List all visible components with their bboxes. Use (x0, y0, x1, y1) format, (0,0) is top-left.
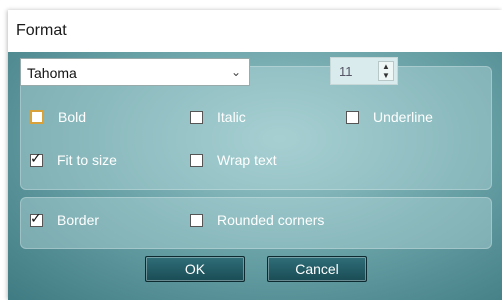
bold-label: Bold (58, 109, 87, 125)
checkmark-icon: ✓ (30, 149, 42, 166)
underline-label: Underline (373, 109, 433, 125)
border-label: Border (57, 212, 100, 228)
italic-checkbox[interactable]: Italic (190, 107, 246, 127)
wrap-text-label: Wrap text (217, 152, 277, 168)
border-checkbox[interactable]: ✓ Border (30, 210, 99, 230)
fit-to-size-label: Fit to size (57, 152, 117, 168)
bold-checkbox[interactable]: Bold (30, 107, 86, 127)
cancel-button[interactable]: Cancel (267, 256, 367, 282)
dialog-title: Format (16, 22, 67, 39)
border-checkbox-box[interactable]: ✓ (30, 210, 43, 227)
wrap-text-checkbox-box[interactable] (190, 153, 203, 167)
font-family-dropdown[interactable]: Tahoma ⌄ (20, 58, 250, 86)
wrap-text-checkbox[interactable]: Wrap text (190, 150, 277, 170)
rounded-corners-label: Rounded corners (217, 212, 325, 228)
title-bar: Format (8, 10, 502, 52)
rounded-corners-checkbox[interactable]: Rounded corners (190, 210, 324, 230)
fit-to-size-checkbox[interactable]: ✓ Fit to size (30, 150, 117, 170)
dialog-body (8, 52, 502, 300)
underline-checkbox[interactable]: Underline (346, 107, 433, 127)
font-family-value: Tahoma (27, 65, 77, 81)
fit-to-size-checkbox-box[interactable]: ✓ (30, 150, 43, 167)
font-size-value: 11 (339, 64, 353, 79)
italic-label: Italic (217, 109, 246, 125)
rounded-corners-checkbox-box[interactable] (190, 213, 203, 227)
spin-up-down-icon[interactable]: ▲ ▼ (378, 61, 394, 81)
checkmark-icon: ✓ (30, 209, 42, 226)
chevron-down-icon: ⌄ (230, 65, 241, 79)
italic-checkbox-box[interactable] (190, 110, 203, 124)
bold-checkbox-box[interactable] (30, 110, 44, 124)
font-size-spinner[interactable]: 11 ▲ ▼ (330, 57, 398, 85)
ok-button[interactable]: OK (145, 256, 245, 282)
underline-checkbox-box[interactable] (346, 110, 359, 124)
